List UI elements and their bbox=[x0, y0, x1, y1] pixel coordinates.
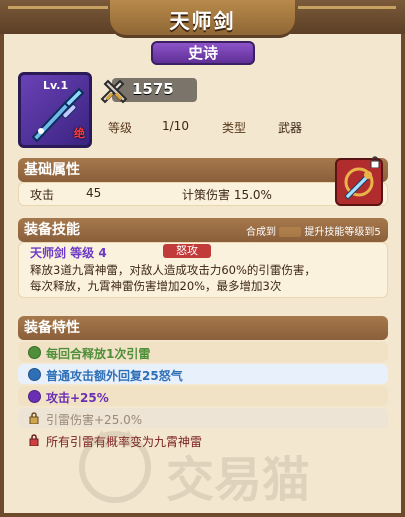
rarity-badge: 史诗 bbox=[151, 41, 255, 65]
upgrade-hint-suffix: 提升技能等级到5 bbox=[304, 227, 381, 238]
lock-icon bbox=[28, 412, 40, 424]
title-plaque: 天师剑 bbox=[110, 0, 295, 38]
power-value: 1575 bbox=[132, 80, 174, 98]
green-dot-icon bbox=[28, 346, 41, 359]
watermark-text: 交易猫 bbox=[166, 452, 311, 508]
rage-badge: 怒攻 bbox=[163, 244, 211, 258]
type-key: 类型 bbox=[222, 121, 247, 135]
weapon-portrait[interactable]: Lv.1 绝 bbox=[18, 72, 92, 148]
attack-value: 45 bbox=[86, 186, 102, 200]
trait-text-1: 每回合释放1次引雷 bbox=[46, 347, 151, 361]
basic-attrs-header: 基础属性 bbox=[18, 158, 388, 182]
level-key: 等级 bbox=[108, 121, 133, 135]
watermark: 交易猫 bbox=[70, 422, 370, 512]
trait-text-3: 攻击+25% bbox=[46, 391, 109, 405]
item-title: 天师剑 bbox=[169, 9, 236, 33]
type-value: 武器 bbox=[278, 121, 303, 135]
blue-dot-icon bbox=[28, 368, 41, 381]
crit-damage: 计策伤害 15.0% bbox=[182, 188, 272, 202]
lock-icon bbox=[369, 156, 381, 168]
attack-label: 攻击 bbox=[30, 188, 55, 202]
crossed-swords-icon bbox=[98, 73, 130, 105]
skill-desc-line-1: 释放3道九霄神雷，对敌人造成攻击力60%的引雷伤害， bbox=[30, 263, 316, 277]
upgrade-hint-prefix: 合成到 bbox=[246, 227, 276, 238]
level-value: 1/10 bbox=[162, 119, 189, 133]
item-level-label: Lv.1 bbox=[43, 79, 69, 92]
upgrade-hint: 合成到 提升技能等级到5 bbox=[246, 223, 381, 238]
upgrade-hint-gap bbox=[279, 227, 302, 237]
skill-desc-line-2: 每次释放，九霄神雷伤害增加20%，最多增加3次 bbox=[30, 279, 282, 293]
skill-name: 天师剑 等级 4 bbox=[30, 246, 107, 260]
trait-text-2: 普通攻击额外回复25怒气 bbox=[46, 369, 183, 383]
traits-header: 装备特性 bbox=[18, 316, 388, 340]
jue-badge: 绝 bbox=[74, 127, 85, 140]
lock-icon bbox=[28, 434, 40, 446]
purple-dot-icon bbox=[28, 390, 41, 403]
upgrade-item-icon[interactable] bbox=[335, 156, 383, 206]
